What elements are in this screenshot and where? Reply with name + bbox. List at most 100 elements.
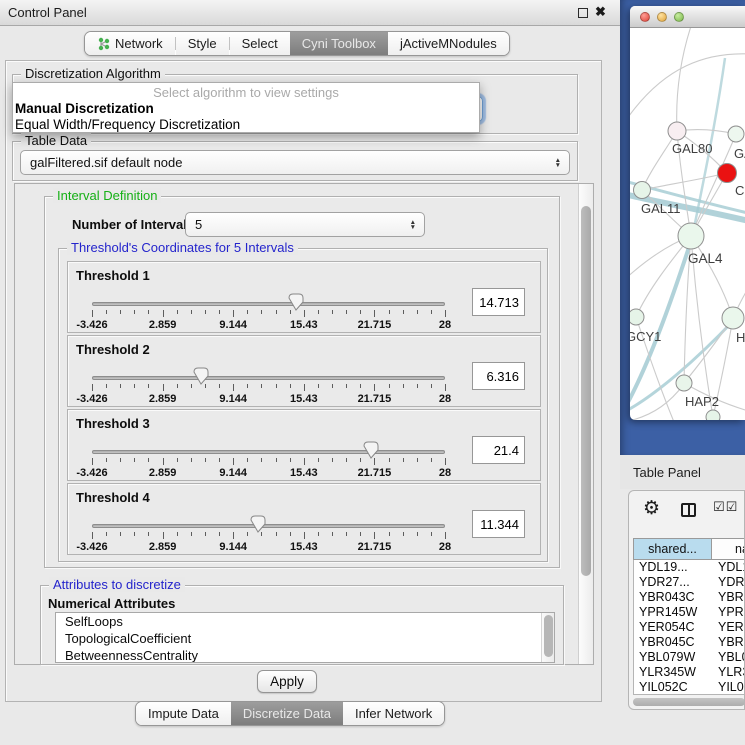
tick-mark [261,384,262,388]
network-node-gal4[interactable] [678,223,704,249]
vertical-scrollbar-thumb[interactable] [581,206,591,576]
tab-infer-network[interactable]: Infer Network [343,702,444,725]
slider-thumb[interactable] [288,293,304,311]
slider-thumb[interactable] [363,441,379,459]
list-scrollbar[interactable] [541,613,554,662]
slider-track[interactable] [92,376,445,380]
table-row[interactable]: YDL19...YDL1 [634,560,745,575]
list-scrollbar-thumb[interactable] [544,615,553,657]
cell-shared-name[interactable]: YBR045C [634,635,712,650]
network-node-gal11[interactable] [634,182,651,199]
tab-discretize-data[interactable]: Discretize Data [231,702,343,725]
slider-thumb[interactable] [250,515,266,533]
tick-mark [134,532,135,536]
tick-mark [247,458,248,462]
tab-style[interactable]: Style [176,32,229,55]
apply-button[interactable]: Apply [257,670,317,693]
checked-box-icons[interactable]: ☑☑ [713,500,738,515]
threshold-value-field[interactable]: 6.316 [472,362,525,390]
table-row[interactable]: YBR045CYBR0 [634,635,745,650]
table-row[interactable]: YLR345WYLR3 [634,665,745,680]
cell-shared-name[interactable]: YIL052C [634,680,712,695]
cell-name[interactable]: YBR0 [712,635,745,650]
tick-label: 2.859 [149,393,177,405]
cell-shared-name[interactable]: YLR345W [634,665,712,680]
tab-cyni-toolbox[interactable]: Cyni Toolbox [290,32,388,55]
table-row[interactable]: YBL079WYBL0 [634,650,745,665]
network-node-hap2[interactable] [676,375,692,391]
tick-mark [191,310,192,314]
cell-shared-name[interactable]: YBL079W [634,650,712,665]
cell-name[interactable]: YDL1 [712,560,745,575]
cell-name[interactable]: YER0 [712,620,745,635]
table-data-select[interactable]: galFiltered.sif default node ▲▼ [20,150,570,175]
cell-name[interactable]: YBL0 [712,650,745,665]
numerical-attributes-list[interactable]: SelfLoopsTopologicalCoefficientBetweenne… [55,612,555,663]
node-table[interactable]: shared... na YDL19...YDL1YDR27...YDR2YBR… [633,538,745,695]
discretization-algorithm-group-title: Discretization Algorithm [21,66,165,81]
cell-shared-name[interactable]: YBR043C [634,590,712,605]
tab-impute-data[interactable]: Impute Data [136,702,231,725]
tick-mark [445,458,446,465]
undock-icon[interactable] [578,8,588,18]
tab-network[interactable]: Network [85,32,175,55]
network-node-h[interactable] [722,307,744,329]
slider-track[interactable] [92,302,445,306]
close-icon[interactable]: ✖ [595,4,606,20]
algorithm-option[interactable]: Equal Width/Frequency Discretization [13,117,479,133]
cell-name[interactable]: YDR2 [712,575,745,590]
slider-track[interactable] [92,450,445,454]
tab-select[interactable]: Select [230,32,290,55]
slider-thumb[interactable] [193,367,209,385]
cell-name[interactable]: YLR3 [712,665,745,680]
tick-mark [346,458,347,462]
tick-mark [332,458,333,462]
bottom-tab-bar: Impute DataDiscretize DataInfer Network [135,701,445,726]
tick-label: 28 [439,541,451,553]
vertical-scrollbar[interactable] [578,184,593,664]
tick-mark [389,532,390,536]
network-canvas[interactable]: GAL80GACGAL11GAL4GCY1HHAP2 [630,28,745,420]
cell-shared-name[interactable]: YPR145W [634,605,712,620]
network-node-label: GA [734,146,745,161]
network-node-gcy1[interactable] [630,309,644,325]
horizontal-scrollbar-thumb[interactable] [633,698,745,706]
control-panel-titlebar: Control Panel [0,0,620,26]
attribute-item[interactable]: BetweennessCentrality [56,647,554,663]
column-header-name[interactable]: na [712,539,745,559]
minimize-traffic-light-icon[interactable] [657,12,667,22]
table-row[interactable]: YER054CYER0 [634,620,745,635]
table-row[interactable]: YPR145WYPR1 [634,605,745,620]
number-of-intervals-select[interactable]: 5 ▲▼ [185,212,425,237]
gear-icon[interactable]: ⚙ [643,499,660,518]
tick-mark [134,458,135,462]
split-table-icon[interactable] [681,503,696,517]
attribute-item[interactable]: SelfLoops [56,613,554,630]
threshold-value-field[interactable]: 14.713 [472,288,525,316]
cell-name[interactable]: YBR0 [712,590,745,605]
zoom-traffic-light-icon[interactable] [674,12,684,22]
threshold-value-field[interactable]: 21.4 [472,436,525,464]
network-node-c[interactable] [718,164,737,183]
tick-mark [247,532,248,536]
threshold-value-field[interactable]: 11.344 [472,510,525,538]
table-row[interactable]: YIL052CYIL0 [634,680,745,695]
cell-shared-name[interactable]: YDR27... [634,575,712,590]
cell-name[interactable]: YPR1 [712,605,745,620]
algorithm-option[interactable]: Manual Discretization [13,101,479,117]
tick-label: 9.144 [219,467,247,479]
cell-name[interactable]: YIL0 [712,680,745,695]
cell-shared-name[interactable]: YDL19... [634,560,712,575]
attribute-item[interactable]: TopologicalCoefficient [56,630,554,647]
cell-shared-name[interactable]: YER054C [634,620,712,635]
table-row[interactable]: YDR27...YDR2 [634,575,745,590]
table-row[interactable]: YBR043CYBR0 [634,590,745,605]
tick-label: -3.426 [76,467,107,479]
slider-track[interactable] [92,524,445,528]
network-node-gal80[interactable] [668,122,686,140]
network-node-ga[interactable] [728,126,744,142]
network-node[interactable] [706,410,720,420]
column-header-shared-name[interactable]: shared... [634,539,712,559]
tab-jactivemnodules[interactable]: jActiveMNodules [388,32,509,55]
close-traffic-light-icon[interactable] [640,12,650,22]
